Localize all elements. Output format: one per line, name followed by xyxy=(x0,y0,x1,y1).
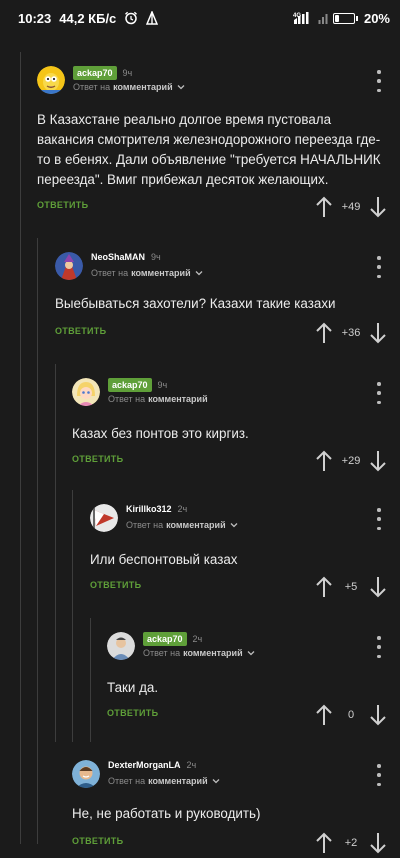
chevron-down-icon xyxy=(195,271,203,276)
comment-text: Таки да. xyxy=(107,680,159,695)
reply-to-label: Ответ на xyxy=(73,82,111,92)
upvote-arrow-icon[interactable] xyxy=(314,575,334,599)
downvote-arrow-icon[interactable] xyxy=(368,321,388,345)
thread-line xyxy=(37,238,38,844)
comment-text: Или беспонтовый казах xyxy=(90,552,238,567)
upvote-arrow-icon[interactable] xyxy=(314,703,334,727)
thread-line xyxy=(90,618,91,742)
reply-to-link[interactable]: Ответ на комментарий xyxy=(126,520,239,530)
comment: Kirillko312 2ч Ответ на комментарий Или … xyxy=(90,504,400,614)
thread-line xyxy=(55,364,56,742)
comment-time: 9ч xyxy=(151,252,161,262)
sim-signal-icon xyxy=(318,12,328,25)
reply-to-link[interactable]: Ответ на комментарий xyxy=(91,268,204,278)
alarm-icon xyxy=(124,11,138,25)
reply-to-comment-label: комментарий xyxy=(183,648,243,658)
more-options-icon[interactable] xyxy=(372,764,386,786)
app-notification-icon xyxy=(146,11,159,25)
avatar[interactable] xyxy=(90,504,118,532)
comment-score: +36 xyxy=(341,327,361,339)
comment-author[interactable]: NeoShaMAN xyxy=(91,252,145,262)
reply-to-comment-label: комментарий xyxy=(148,394,208,404)
comment-text: Выебываться захотели? Казахи такие казах… xyxy=(55,296,336,311)
comment-author[interactable]: DexterMorganLA xyxy=(108,760,181,770)
chevron-down-icon xyxy=(177,85,185,90)
comment-author[interactable]: ackap70 xyxy=(143,632,187,646)
upvote-arrow-icon[interactable] xyxy=(314,831,334,855)
comment-time: 9ч xyxy=(157,380,168,390)
chevron-down-icon xyxy=(212,779,220,784)
downvote-arrow-icon[interactable] xyxy=(368,575,388,599)
comment-score: 0 xyxy=(347,709,355,721)
comment-author[interactable]: ackap70 xyxy=(108,378,152,392)
avatar[interactable] xyxy=(55,252,83,280)
downvote-arrow-icon[interactable] xyxy=(368,831,388,855)
upvote-arrow-icon[interactable] xyxy=(314,449,334,473)
reply-button[interactable]: ОТВЕТИТЬ xyxy=(55,326,106,336)
reply-to-comment-label: комментарий xyxy=(113,82,173,92)
battery-percent: 20% xyxy=(363,10,390,26)
comment: ackap70 2ч Ответ на комментарий Таки да.… xyxy=(107,632,400,742)
more-options-icon[interactable] xyxy=(372,382,386,404)
reply-to-link[interactable]: Ответ на комментарий xyxy=(108,776,221,786)
comment-author[interactable]: ackap70 xyxy=(73,66,117,80)
reply-button[interactable]: ОТВЕТИТЬ xyxy=(90,580,141,590)
comment-text: Не, не работать и руководить) xyxy=(72,806,261,821)
status-network-speed: 44,2 КБ/с xyxy=(59,10,117,26)
thread-line xyxy=(20,52,21,844)
downvote-arrow-icon[interactable] xyxy=(368,195,388,219)
reply-to-label: Ответ на xyxy=(126,520,164,530)
reply-to-label: Ответ на xyxy=(91,268,129,278)
more-options-icon[interactable] xyxy=(372,508,386,530)
comment-text: В Казахстане реально долгое время пустов… xyxy=(37,112,381,187)
comment-author[interactable]: Kirillko312 xyxy=(126,504,172,514)
more-options-icon[interactable] xyxy=(372,70,386,92)
comment-time: 9ч xyxy=(122,68,133,78)
avatar[interactable] xyxy=(37,66,65,94)
comment: ackap70 9ч Ответ на комментарий Казах бе… xyxy=(72,378,400,488)
comment-score: +2 xyxy=(344,837,358,849)
reply-button[interactable]: ОТВЕТИТЬ xyxy=(37,200,88,210)
reply-button[interactable]: ОТВЕТИТЬ xyxy=(107,708,158,718)
avatar[interactable] xyxy=(72,760,100,788)
reply-to-link[interactable]: Ответ на комментарий xyxy=(108,394,208,404)
reply-to-label: Ответ на xyxy=(108,776,146,786)
comment-time: 2ч xyxy=(186,760,197,770)
comment-time: 2ч xyxy=(177,504,188,514)
more-options-icon[interactable] xyxy=(372,636,386,658)
chevron-down-icon xyxy=(230,523,238,528)
comment: DexterMorganLA 2ч Ответ на комментарий Н… xyxy=(72,760,400,854)
battery-icon xyxy=(332,12,358,24)
comment-score: +5 xyxy=(344,581,358,593)
avatar[interactable] xyxy=(72,378,100,406)
downvote-arrow-icon[interactable] xyxy=(368,449,388,473)
reply-to-comment-label: комментарий xyxy=(148,776,208,786)
comment-time: 2ч xyxy=(192,634,203,644)
comment: ackap70 9ч Ответ на комментарий В Казахс… xyxy=(37,66,400,226)
reply-to-label: Ответ на xyxy=(143,648,181,658)
reply-to-link[interactable]: Ответ на комментарий xyxy=(143,648,256,658)
reply-button[interactable]: ОТВЕТИТЬ xyxy=(72,454,123,464)
comment: NeoShaMAN 9ч Ответ на комментарий Выебыв… xyxy=(55,252,400,362)
status-time: 10:23 xyxy=(18,10,52,26)
comment-text: Казах без понтов это киргиз. xyxy=(72,426,249,441)
reply-to-comment-label: комментарий xyxy=(131,268,191,278)
comment-score: +29 xyxy=(341,455,361,467)
reply-to-link[interactable]: Ответ на комментарий xyxy=(73,82,186,92)
upvote-arrow-icon[interactable] xyxy=(314,321,334,345)
downvote-arrow-icon[interactable] xyxy=(368,703,388,727)
chevron-down-icon xyxy=(247,651,255,656)
upvote-arrow-icon[interactable] xyxy=(314,195,334,219)
status-bar: 10:23 44,2 КБ/с 4G 20% xyxy=(0,0,400,36)
thread-line xyxy=(72,490,73,742)
avatar[interactable] xyxy=(107,632,135,660)
reply-button[interactable]: ОТВЕТИТЬ xyxy=(72,836,123,846)
comment-score: +49 xyxy=(341,201,361,213)
signal-icon: 4G xyxy=(293,11,313,25)
reply-to-comment-label: комментарий xyxy=(166,520,226,530)
more-options-icon[interactable] xyxy=(372,256,386,278)
reply-to-label: Ответ на xyxy=(108,394,146,404)
